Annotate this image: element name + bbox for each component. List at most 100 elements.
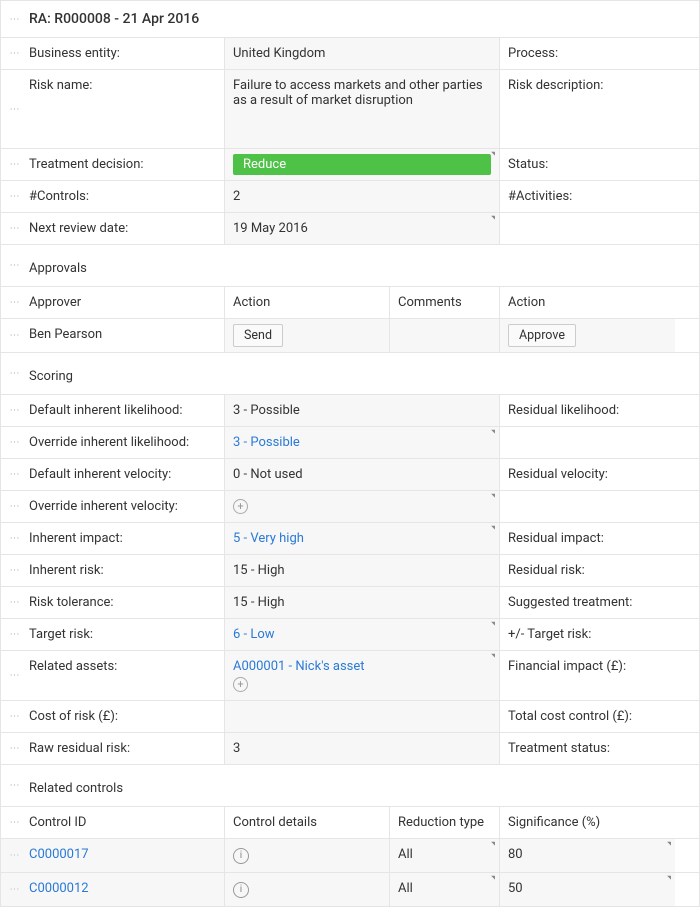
row-override-inherent-likelihood: ⋯ Override inherent likelihood: 3 - Poss… bbox=[1, 427, 699, 459]
drag-handle-icon[interactable]: ⋯ bbox=[1, 839, 29, 872]
label-risk-name: Risk name: bbox=[29, 70, 224, 148]
value-business-entity[interactable]: United Kingdom bbox=[224, 38, 499, 69]
drag-handle-icon[interactable]: ⋯ bbox=[1, 765, 29, 806]
header-row: ⋯ RA: R000008 - 21 Apr 2016 bbox=[1, 1, 699, 38]
value-risk-name[interactable]: Failure to access markets and other part… bbox=[224, 70, 499, 148]
drag-handle-icon[interactable]: ⋯ bbox=[1, 873, 29, 906]
info-circle-icon[interactable]: i bbox=[233, 882, 249, 898]
drag-handle-icon[interactable]: ⋯ bbox=[1, 395, 29, 426]
control-id-cell: C0000012 bbox=[29, 873, 224, 906]
label-total-cost-control: Total cost control (£): bbox=[499, 701, 675, 732]
drag-handle-icon[interactable]: ⋯ bbox=[1, 619, 29, 650]
label-risk-description: Risk description: bbox=[499, 70, 675, 148]
drag-handle-icon[interactable]: ⋯ bbox=[1, 319, 29, 352]
drag-handle-icon[interactable]: ⋯ bbox=[1, 245, 29, 286]
link-ii[interactable]: 5 - Very high bbox=[233, 531, 304, 546]
drag-handle-icon[interactable]: ⋯ bbox=[1, 149, 29, 180]
label-residual-likelihood: Residual likelihood: bbox=[499, 395, 675, 426]
col-significance: Significance (%) bbox=[499, 807, 675, 838]
editable-marker-icon: ◥ bbox=[491, 621, 495, 627]
row-override-inherent-velocity: ⋯ Override inherent velocity: + ◥ bbox=[1, 491, 699, 523]
drag-handle-icon[interactable]: ⋯ bbox=[1, 427, 29, 458]
value-ir[interactable]: 15 - High bbox=[224, 555, 499, 586]
drag-handle-icon[interactable]: ⋯ bbox=[1, 181, 29, 212]
plus-circle-icon[interactable]: + bbox=[233, 677, 248, 692]
row-inherent-impact: ⋯ Inherent impact: 5 - Very high ◥ Resid… bbox=[1, 523, 699, 555]
comments-cell[interactable] bbox=[389, 319, 499, 352]
label-next-review: Next review date: bbox=[29, 213, 224, 244]
value-tr[interactable]: 6 - Low ◥ bbox=[224, 619, 499, 650]
col-control-id: Control ID bbox=[29, 807, 224, 838]
control-details-cell[interactable]: i bbox=[224, 873, 389, 906]
control-id-link[interactable]: C0000017 bbox=[29, 847, 89, 862]
drag-handle-icon[interactable]: ⋯ bbox=[1, 807, 29, 838]
value-controls-count[interactable]: 2 bbox=[224, 181, 499, 212]
approver-name: Ben Pearson bbox=[29, 319, 224, 352]
drag-handle-icon[interactable]: ⋯ bbox=[1, 70, 29, 148]
info-circle-icon[interactable]: i bbox=[233, 848, 249, 864]
row-risk-tolerance: ⋯ Risk tolerance: 15 - High Suggested tr… bbox=[1, 587, 699, 619]
label-div: Default inherent velocity: bbox=[29, 459, 224, 490]
scoring-title: Scoring bbox=[29, 353, 699, 394]
drag-handle-icon[interactable]: ⋯ bbox=[1, 353, 29, 394]
reduction-type-cell[interactable]: All ◥ bbox=[389, 839, 499, 872]
drag-handle-icon[interactable]: ⋯ bbox=[1, 733, 29, 764]
editable-marker-icon: ◥ bbox=[491, 429, 495, 435]
label-oiv: Override inherent velocity: bbox=[29, 491, 224, 522]
send-button[interactable]: Send bbox=[233, 324, 283, 347]
label-financial-impact: Financial impact (£): bbox=[499, 651, 675, 700]
control-id-link[interactable]: C0000012 bbox=[29, 881, 89, 896]
editable-marker-icon: ◥ bbox=[491, 653, 495, 659]
link-oil[interactable]: 3 - Possible bbox=[233, 435, 300, 450]
label-rt: Risk tolerance: bbox=[29, 587, 224, 618]
drag-handle-icon[interactable]: ⋯ bbox=[1, 587, 29, 618]
value-dil[interactable]: 3 - Possible bbox=[224, 395, 499, 426]
label-business-entity: Business entity: bbox=[29, 38, 224, 69]
row-inherent-risk: ⋯ Inherent risk: 15 - High Residual risk… bbox=[1, 555, 699, 587]
significance-cell[interactable]: 50 ◥ bbox=[499, 873, 675, 906]
drag-handle-icon[interactable]: ⋯ bbox=[1, 491, 29, 522]
drag-handle-icon[interactable]: ⋯ bbox=[1, 555, 29, 586]
value-treatment-decision[interactable]: Reduce ◥ bbox=[224, 149, 499, 180]
label-activities-count: #Activities: bbox=[499, 181, 675, 212]
page-title: RA: R000008 - 21 Apr 2016 bbox=[29, 1, 199, 37]
controls-header-row: ⋯ Control ID Control details Reduction t… bbox=[1, 807, 699, 839]
editable-marker-icon: ◥ bbox=[491, 525, 495, 531]
value-next-review[interactable]: 19 May 2016 ◥ bbox=[224, 213, 499, 244]
value-oil[interactable]: 3 - Possible ◥ bbox=[224, 427, 499, 458]
value-ra[interactable]: A000001 - Nick's asset + ◥ bbox=[224, 651, 499, 700]
drag-handle-icon[interactable]: ⋯ bbox=[1, 523, 29, 554]
label-plus-minus-target: +/- Target risk: bbox=[499, 619, 675, 650]
drag-handle-icon[interactable]: ⋯ bbox=[1, 38, 29, 69]
approvals-header-row: ⋯ Approver Action Comments Action bbox=[1, 287, 699, 319]
control-details-cell[interactable]: i bbox=[224, 839, 389, 872]
row-target-risk: ⋯ Target risk: 6 - Low ◥ +/- Target risk… bbox=[1, 619, 699, 651]
col-reduction-type: Reduction type bbox=[389, 807, 499, 838]
drag-handle-icon[interactable]: ⋯ bbox=[1, 1, 29, 37]
drag-handle-icon[interactable]: ⋯ bbox=[1, 701, 29, 732]
value-rrr[interactable]: 3 bbox=[224, 733, 499, 764]
value-div[interactable]: 0 - Not used bbox=[224, 459, 499, 490]
label-cor: Cost of risk (£): bbox=[29, 701, 224, 732]
value-oiv[interactable]: + ◥ bbox=[224, 491, 499, 522]
value-rt[interactable]: 15 - High bbox=[224, 587, 499, 618]
reduction-type-cell[interactable]: All ◥ bbox=[389, 873, 499, 906]
control-id-cell: C0000017 bbox=[29, 839, 224, 872]
col-control-details: Control details bbox=[224, 807, 389, 838]
approve-button[interactable]: Approve bbox=[508, 324, 576, 347]
link-asset[interactable]: A000001 - Nick's asset bbox=[233, 659, 365, 674]
value-cor[interactable] bbox=[224, 701, 499, 732]
drag-handle-icon[interactable]: ⋯ bbox=[1, 287, 29, 318]
plus-circle-icon[interactable]: + bbox=[233, 499, 248, 514]
link-tr[interactable]: 6 - Low bbox=[233, 627, 275, 642]
value-ii[interactable]: 5 - Very high ◥ bbox=[224, 523, 499, 554]
editable-marker-icon: ◥ bbox=[491, 215, 495, 221]
col-action2: Action bbox=[499, 287, 675, 318]
drag-handle-icon[interactable]: ⋯ bbox=[1, 651, 29, 700]
drag-handle-icon[interactable]: ⋯ bbox=[1, 459, 29, 490]
row-controls-count: ⋯ #Controls: 2 #Activities: bbox=[1, 181, 699, 213]
label-ra: Related assets: bbox=[29, 651, 224, 700]
significance-cell[interactable]: 80 ◥ bbox=[499, 839, 675, 872]
drag-handle-icon[interactable]: ⋯ bbox=[1, 213, 29, 244]
pill-reduce[interactable]: Reduce bbox=[233, 154, 491, 175]
